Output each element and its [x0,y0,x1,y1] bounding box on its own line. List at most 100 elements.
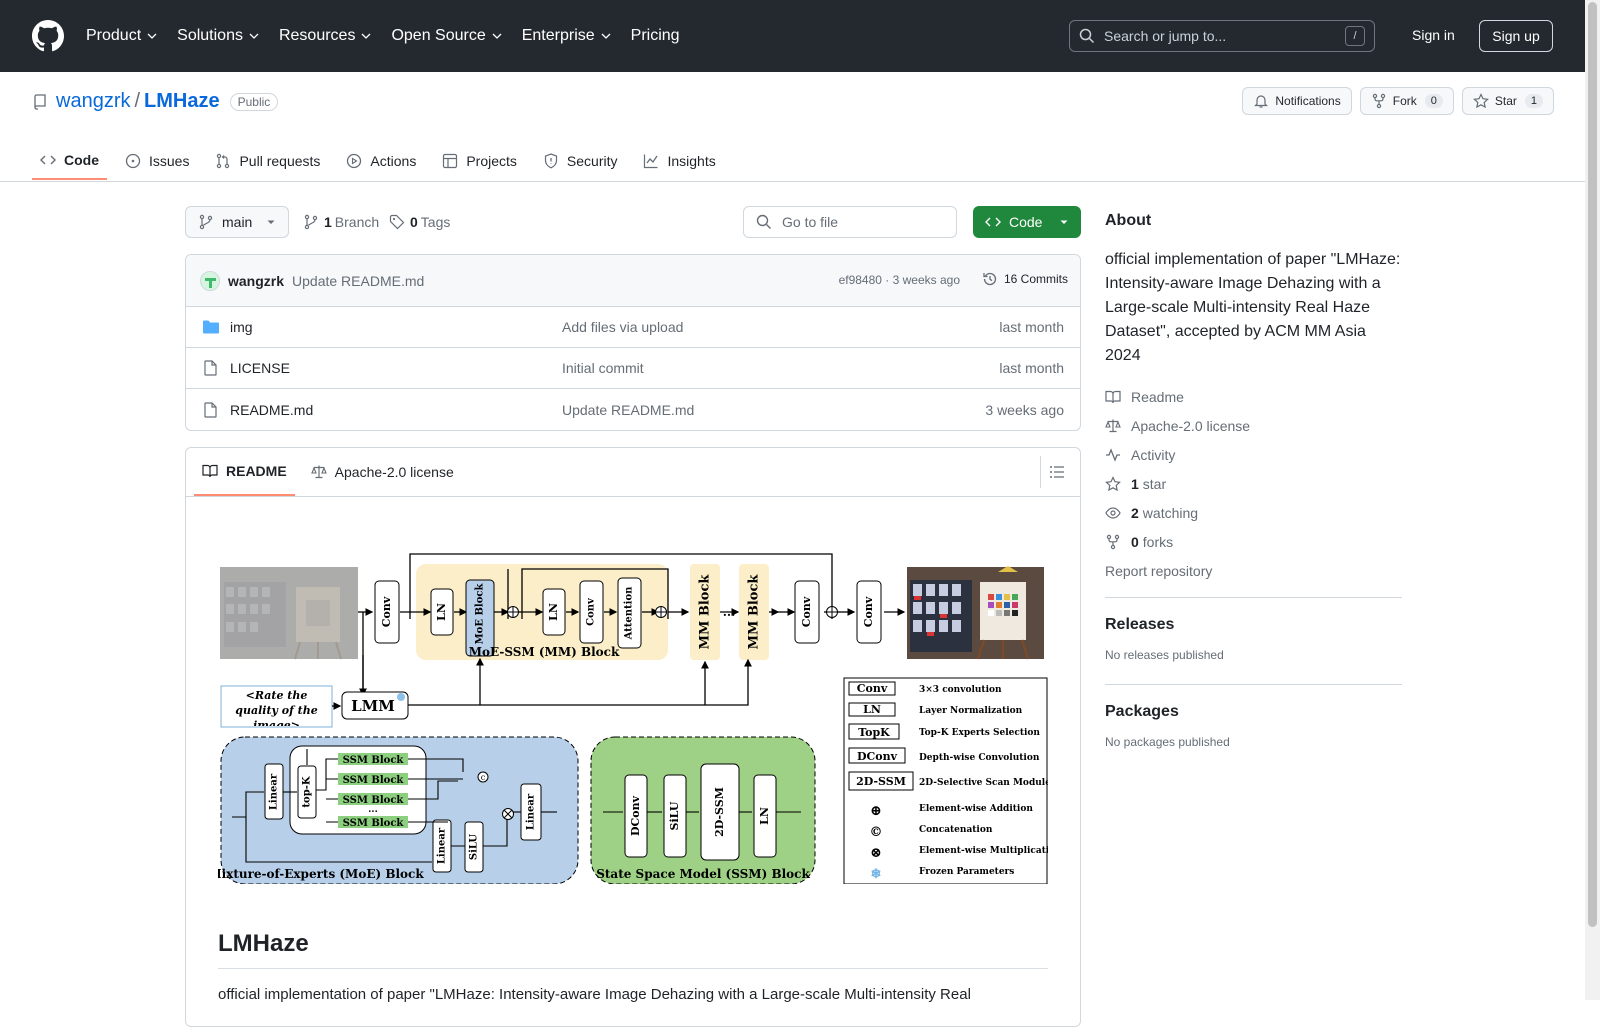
figure-block: Conv [374,580,400,644]
tab-security-label: Security [566,153,618,169]
commits-history-link[interactable]: 16 Commits [982,271,1068,287]
license-tab[interactable]: Apache-2.0 license [303,448,462,496]
fork-count: 0 [1424,94,1443,108]
license-tab-label: Apache-2.0 license [334,464,454,480]
repo-name-link[interactable]: LMHaze [144,90,220,113]
legend-key: LN [863,703,881,716]
eye-icon [1105,506,1121,519]
nav-open-source-label: Open Source [391,27,486,44]
figure-block: Conv [579,580,604,644]
license-link[interactable]: Apache-2.0 license [1105,411,1402,440]
file-browser: wangzrk Update README.md ef98480 · 3 wee… [185,254,1081,431]
readme-tab[interactable]: README [194,448,295,496]
star-button[interactable]: Star 1 [1461,87,1554,115]
packages-heading[interactable]: Packages [1105,703,1402,721]
report-repository-link[interactable]: Report repository [1105,556,1402,585]
file-name-link[interactable]: LICENSE [230,360,562,376]
commit-message-link[interactable]: Update README.md [292,273,424,289]
notifications-button[interactable]: Notifications [1242,87,1352,115]
forks-link[interactable]: 0 forks [1105,527,1402,556]
file-name-link[interactable]: README.md [230,402,562,418]
avatar[interactable] [200,270,220,291]
outline-button[interactable] [1040,456,1072,488]
branch-select[interactable]: main [185,206,289,238]
history-icon [983,272,997,286]
releases-heading[interactable]: Releases [1105,616,1402,634]
legend-desc: Top-K Experts Selection [919,728,1040,738]
global-header: Product Solutions Resources Open Source … [0,0,1600,72]
code-dropdown-button[interactable]: Code [973,206,1081,238]
figure-block-label: Attention [624,586,635,641]
tab-code[interactable]: Code [32,142,107,180]
file-name-link[interactable]: img [230,319,562,335]
readme-tab-label: README [226,463,287,479]
readme-link[interactable]: Readme [1105,382,1402,411]
go-to-file-input[interactable]: Go to file [743,206,957,238]
file-row[interactable]: README.md Update README.md 3 weeks ago [186,389,1080,430]
page-scrollbar[interactable] [1585,0,1600,1000]
file-time: last month [999,360,1064,376]
table-icon [443,153,458,169]
tab-insights[interactable]: Insights [635,142,723,180]
chevron-down-icon [249,33,259,39]
sign-in-link[interactable]: Sign in [1412,27,1455,43]
file-icon [204,401,217,418]
code-icon [985,217,1001,227]
moe-part-label: Linear [437,827,448,864]
figure-block: LN [542,588,566,636]
tab-issues-label: Issues [149,153,190,169]
tab-security[interactable]: Security [535,142,626,180]
legend-key: DConv [857,750,898,763]
lmm-block: LMM [341,691,409,720]
github-logo-icon[interactable] [32,20,64,52]
figure-block: MM Block [739,564,769,660]
nav-product-label: Product [86,27,142,44]
branches-link[interactable]: 1 Branch [303,214,379,230]
file-row[interactable]: img Add files via upload last month [186,307,1080,348]
prompt-text: <Rate the quality of the image> [235,689,318,726]
stars-count: 1 [1131,475,1139,492]
figure-ellipsis: ... [723,605,736,619]
file-commit-link[interactable]: Initial commit [562,360,644,376]
repo-title: wangzrk / LMHaze Public [32,90,279,113]
file-commit-link[interactable]: Update README.md [562,402,694,418]
repo-owner-link[interactable]: wangzrk [56,90,130,113]
caret-down-icon [267,220,275,224]
svg-text:c: c [481,773,486,782]
nav-product[interactable]: Product [86,27,158,45]
divider [1105,597,1402,598]
legend-key: ⊕ [870,803,882,819]
moe-caption: Mixture-of-Experts (MoE) Block [218,867,424,881]
commit-author-link[interactable]: wangzrk [228,273,284,289]
figure-block-label: Conv [800,596,813,627]
figure-legend: Conv 3×3 convolution LN Layer Normalizat… [843,677,1048,884]
file-commit-link[interactable]: Add files via upload [562,319,683,335]
nav-pricing[interactable]: Pricing [631,27,680,45]
nav-solutions[interactable]: Solutions [177,27,260,45]
tab-issues[interactable]: Issues [117,142,197,180]
moe-part-label: top-K [302,776,313,807]
fork-button[interactable]: Fork 0 [1359,87,1454,115]
search-input[interactable]: Search or jump to... / [1069,20,1375,52]
tab-projects[interactable]: Projects [434,142,525,180]
tags-link[interactable]: 0 Tags [389,214,450,230]
watchers-link[interactable]: 2 watching [1105,498,1402,527]
scrollbar-thumb[interactable] [1588,2,1597,927]
nav-solutions-label: Solutions [177,27,243,44]
commit-hash-time[interactable]: ef98480 · 3 weeks ago [839,273,960,287]
sign-up-button[interactable]: Sign up [1479,20,1553,52]
mm-block-caption: MoE-SSM (MM) Block [469,645,620,659]
stars-link[interactable]: 1 star [1105,469,1402,498]
readme-title: LMHaze [218,930,1048,969]
tab-pull-requests[interactable]: Pull requests [207,142,328,180]
file-row[interactable]: LICENSE Initial commit last month [186,348,1080,389]
commits-count: 16 Commits [1003,272,1068,286]
nav-enterprise[interactable]: Enterprise [522,27,612,45]
tab-actions[interactable]: Actions [338,142,424,180]
figure-block-label: Conv [380,596,393,627]
search-shortcut: / [1345,26,1365,46]
nav-open-source[interactable]: Open Source [391,27,502,45]
activity-link[interactable]: Activity [1105,440,1402,469]
legend-desc: Frozen Parameters [919,867,1014,877]
nav-resources[interactable]: Resources [279,27,372,45]
